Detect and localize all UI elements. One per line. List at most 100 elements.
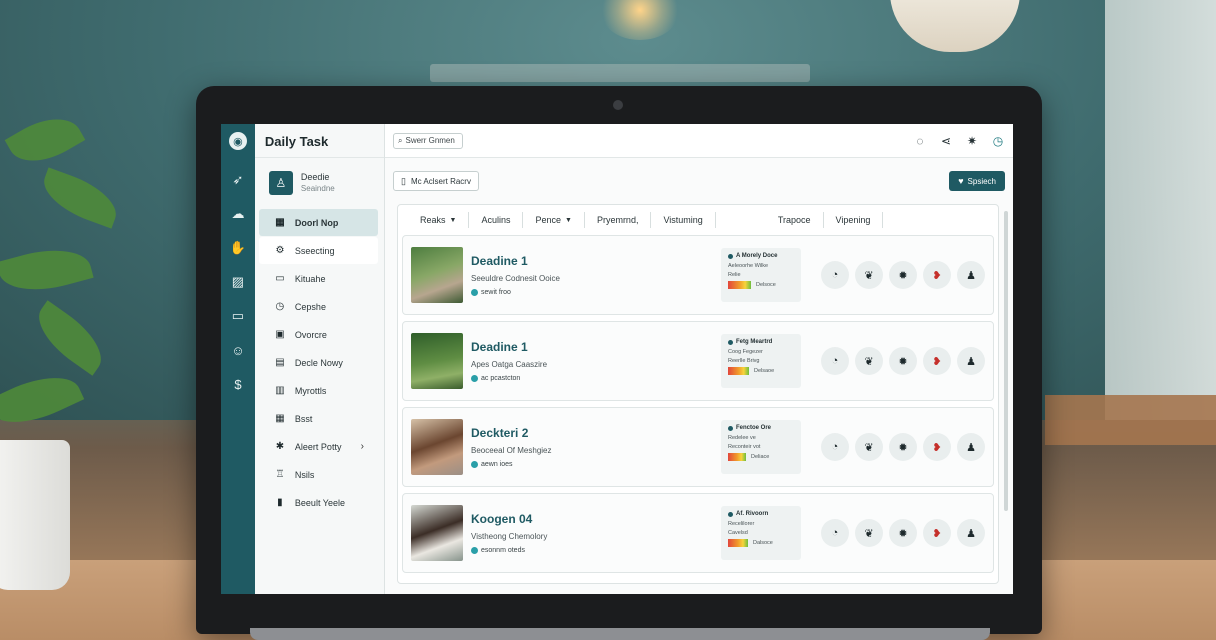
scrollbar[interactable] xyxy=(1004,211,1008,511)
status-card-line: Redelee ve xyxy=(728,435,756,441)
column-header[interactable]: Aculins xyxy=(469,212,524,228)
status-dot-icon xyxy=(728,511,733,517)
timer-icon[interactable]: ◔ xyxy=(821,433,849,461)
leaf-icon[interactable]: ❦ xyxy=(855,433,883,461)
leaf-icon[interactable]: ❦ xyxy=(855,347,883,375)
row-title[interactable]: Deadine 1 xyxy=(471,254,721,268)
heart-icon[interactable]: ❥ xyxy=(923,261,951,289)
row-text: Deadine 1 Seeuldre Codnesit Ooice sewit fr… xyxy=(471,254,721,296)
table-header: Reaks ▼ Aculins Pence ▼ Pryemrnd, Vistuming Tra… xyxy=(408,211,994,229)
heart-icon[interactable]: ❥ xyxy=(923,347,951,375)
toolbar: ▯ Mc Aclsert Racrv ♥ Spsiech xyxy=(385,158,1013,204)
row-title[interactable]: Deadine 1 xyxy=(471,340,721,354)
status-card-head: Fenctoe Ore xyxy=(728,425,794,431)
table-row[interactable]: Deadine 1 Seeuldre Codnesit Ooice sewit fr… xyxy=(402,235,994,315)
status-progress: Dalsoce xyxy=(728,539,794,547)
status-dot-icon xyxy=(471,547,478,554)
filter-button[interactable]: ▯ Mc Aclsert Racrv xyxy=(393,171,479,191)
user-icon[interactable]: ♟ xyxy=(957,433,985,461)
sidebar-item[interactable]: ♖ Nsils xyxy=(259,461,378,488)
hand-icon[interactable]: ✋ xyxy=(228,238,248,258)
table-row[interactable]: Deckteri 2 Beoceeal Of Meshgiez aewn ioes F… xyxy=(402,407,994,487)
sidebar-item-label: Doorl Nop xyxy=(294,217,339,228)
search-placeholder: Swerr Gnmen xyxy=(405,136,455,145)
leaf-icon[interactable]: ❦ xyxy=(855,519,883,547)
progress-label: Dalsoce xyxy=(753,540,773,546)
chat-icon[interactable]: ◌ xyxy=(913,134,927,148)
timer-icon[interactable]: ◔ xyxy=(821,347,849,375)
sidebar-item[interactable]: ⚙ Sseecting xyxy=(258,237,378,264)
heart-icon: ♥ xyxy=(958,176,964,186)
user-icon[interactable]: ♟ xyxy=(957,347,985,375)
row-subtitle: Beoceeal Of Meshgiez xyxy=(471,446,552,455)
search-icon: ⌕ xyxy=(398,135,403,145)
clock-icon: ◷ xyxy=(275,301,285,312)
settings-gear-icon[interactable]: ✹ xyxy=(889,519,917,547)
settings-gear-icon[interactable]: ✹ xyxy=(889,261,917,289)
sidebar-item[interactable]: ▮ Beeult Yeele xyxy=(259,489,378,516)
heart-icon[interactable]: ❥ xyxy=(923,433,951,461)
table-row[interactable]: Deadine 1 Apes Oatga Caaszire ac pcastcton… xyxy=(402,321,994,401)
lock-icon: ▣ xyxy=(275,329,285,340)
settings-gear-icon[interactable]: ✹ xyxy=(889,433,917,461)
timer-icon[interactable]: ◔ xyxy=(821,519,849,547)
message-icon[interactable]: ▭ xyxy=(228,306,248,326)
sidebar-item[interactable]: ▭ Kituahe xyxy=(259,265,378,292)
progress-bar xyxy=(728,453,746,461)
progress-bar xyxy=(728,281,751,289)
smile-icon[interactable]: ☺ xyxy=(228,340,248,360)
row-title[interactable]: Deckteri 2 xyxy=(471,426,721,440)
status-dot-icon xyxy=(728,425,733,431)
primary-button[interactable]: ♥ Spsiech xyxy=(949,171,1005,191)
filter-label: Mc Aclsert Racrv xyxy=(410,176,471,186)
status-card-title: Af. Rivoorn xyxy=(736,511,769,517)
column-header[interactable]: Vipening xyxy=(824,212,884,228)
share-icon[interactable]: ⋖ xyxy=(939,134,953,148)
row-actions: ◔ ❦ ✹ ❥ ♟ xyxy=(821,261,985,289)
timer-icon[interactable]: ◔ xyxy=(821,261,849,289)
icon-rail: ◉ ➶ ☁ ✋ ▨ ▭ ☺ $ xyxy=(221,124,255,594)
row-actions: ◔ ❦ ✹ ❥ ♟ xyxy=(821,347,985,375)
settings-icon[interactable]: ✷ xyxy=(965,134,979,148)
row-meta-label: ac pcastcton xyxy=(481,375,521,382)
status-card-title: Fetg Meartrd xyxy=(736,339,773,345)
status-card-head: A Morely Doce xyxy=(728,253,794,259)
rocket-icon[interactable]: ➶ xyxy=(228,170,248,190)
chevron-right-icon: › xyxy=(360,441,364,452)
settings-gear-icon[interactable]: ✹ xyxy=(889,347,917,375)
sidebar-item[interactable]: ▥ Myrottls xyxy=(259,377,378,404)
sidebar-item[interactable]: ▦ Bsst xyxy=(259,405,378,432)
app-title: Daily Task xyxy=(254,124,384,158)
column-header[interactable]: Pryemrnd, xyxy=(585,212,652,228)
primary-label: Spsiech xyxy=(967,176,996,186)
dollar-icon[interactable]: $ xyxy=(228,374,248,394)
sidebar-item[interactable]: ▣ Ovorcre xyxy=(259,321,378,348)
caret-down-icon: ▼ xyxy=(565,216,572,224)
leaf-icon[interactable]: ❦ xyxy=(855,261,883,289)
heart-icon[interactable]: ❥ xyxy=(923,519,951,547)
user-icon[interactable]: ♟ xyxy=(957,261,985,289)
sidebar-item[interactable]: ▦ Doorl Nop xyxy=(258,209,378,236)
row-meta: ac pcastcton xyxy=(471,375,721,382)
sidebar-item[interactable]: ▤ Decle Nowy xyxy=(259,349,378,376)
column-header[interactable]: Vistuming xyxy=(651,212,716,228)
column-header[interactable]: Reaks ▼ xyxy=(408,212,470,228)
row-thumbnail xyxy=(411,333,463,389)
logo-icon[interactable]: ◉ xyxy=(228,132,247,150)
row-title[interactable]: Koogen 04 xyxy=(471,512,721,526)
status-card-title: Fenctoe Ore xyxy=(736,425,772,431)
table-row[interactable]: Koogen 04 Vistheong Chemolory esonnm oteds… xyxy=(402,493,994,573)
user-icon[interactable]: ♟ xyxy=(957,519,985,547)
sidebar-item[interactable]: ◷ Cepshe xyxy=(259,293,378,320)
sidebar-item[interactable]: ✱ Aleert Potty › xyxy=(259,433,378,460)
column-header[interactable]: Pence ▼ xyxy=(523,212,585,228)
profile-card[interactable]: ♙ Deedie Seaindne xyxy=(255,158,384,208)
cloud-icon[interactable]: ☁ xyxy=(228,204,248,224)
history-icon[interactable]: ◷ xyxy=(991,134,1005,148)
column-header-label: Trapoce xyxy=(777,215,811,225)
main-content: ⌕ Swerr Gnmen ◌ ⋖ ✷ ◷ ▯ Mc Aclsert Racrv… xyxy=(385,124,1013,594)
briefcase-icon[interactable]: ▨ xyxy=(228,272,248,292)
column-header[interactable]: Trapoce xyxy=(766,212,824,228)
search-input[interactable]: ⌕ Swerr Gnmen xyxy=(393,132,463,149)
row-subtitle: Apes Oatga Caaszire xyxy=(471,360,548,369)
